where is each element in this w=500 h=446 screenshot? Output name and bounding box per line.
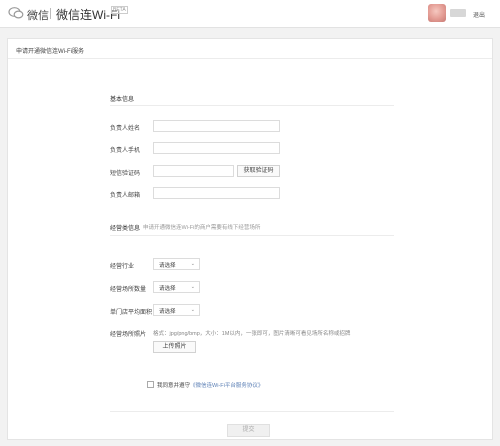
contact-phone-input[interactable] <box>153 142 280 154</box>
agreement-link[interactable]: 《微信连Wi-Fi平台服务协议》 <box>190 383 263 389</box>
basic-info-title: 基本信息 <box>110 97 135 103</box>
top-bar: 微信 微信连Wi-Fi BETA 退出 <box>0 0 500 28</box>
contact-email-input[interactable] <box>153 187 280 199</box>
avg-area-label: 单门店平均面积 <box>110 310 153 316</box>
industry-select-value: 请选择 <box>159 263 176 269</box>
application-form-card: 申请开通微信连Wi-Fi服务 基本信息 负责人姓名 负责人手机 短信验证码 获取… <box>7 38 493 440</box>
sms-code-input[interactable] <box>153 165 234 177</box>
chevron-down-icon: ⌄ <box>190 261 195 267</box>
industry-label: 经营行业 <box>110 264 135 270</box>
sms-code-label: 短信验证码 <box>110 171 141 177</box>
contact-email-label: 负责人邮箱 <box>110 193 141 199</box>
section-divider <box>110 235 394 236</box>
agreement-label: 我同意并遵守 <box>157 383 191 389</box>
business-info-hint: 申请开通微信连Wi-Fi的商户需要有线下经营场所 <box>143 225 261 231</box>
get-code-button[interactable]: 获取验证码 <box>237 165 280 177</box>
section-divider <box>110 411 394 412</box>
industry-select[interactable]: 请选择 ⌄ <box>153 258 200 270</box>
wechat-logo-icon <box>8 7 24 19</box>
submit-button[interactable]: 提交 <box>227 424 270 437</box>
venue-count-select-value: 请选择 <box>159 286 176 292</box>
contact-phone-label: 负责人手机 <box>110 148 141 154</box>
venue-photo-hint: 格式：jpg/png/bmp，大小：1M以内，一张即可，图片清晰可看见场所名称或… <box>153 331 351 337</box>
upload-photo-button[interactable]: 上传照片 <box>153 341 196 353</box>
contact-name-label: 负责人姓名 <box>110 126 141 132</box>
venue-photo-label: 经营场所照片 <box>110 332 147 338</box>
agreement-checkbox[interactable] <box>147 381 154 388</box>
agreement-text: 我同意并遵守《微信连Wi-Fi平台服务协议》 <box>157 381 263 389</box>
venue-count-label: 经营场所数量 <box>110 287 147 293</box>
chevron-down-icon: ⌄ <box>190 307 195 313</box>
business-info-title: 经营类信息 <box>110 226 141 232</box>
brand-divider <box>50 8 51 19</box>
avg-area-select[interactable]: 请选择 ⌄ <box>153 304 200 316</box>
chevron-down-icon: ⌄ <box>190 284 195 290</box>
venue-count-select[interactable]: 请选择 ⌄ <box>153 281 200 293</box>
beta-badge: BETA <box>111 6 128 14</box>
account-name[interactable] <box>450 9 466 17</box>
avatar[interactable] <box>428 4 446 22</box>
page-title: 申请开通微信连Wi-Fi服务 <box>8 39 492 59</box>
avg-area-select-value: 请选择 <box>159 309 176 315</box>
brand-name: 微信 <box>27 10 49 22</box>
logout-link[interactable]: 退出 <box>473 10 485 19</box>
section-divider <box>110 105 394 106</box>
contact-name-input[interactable] <box>153 120 280 132</box>
